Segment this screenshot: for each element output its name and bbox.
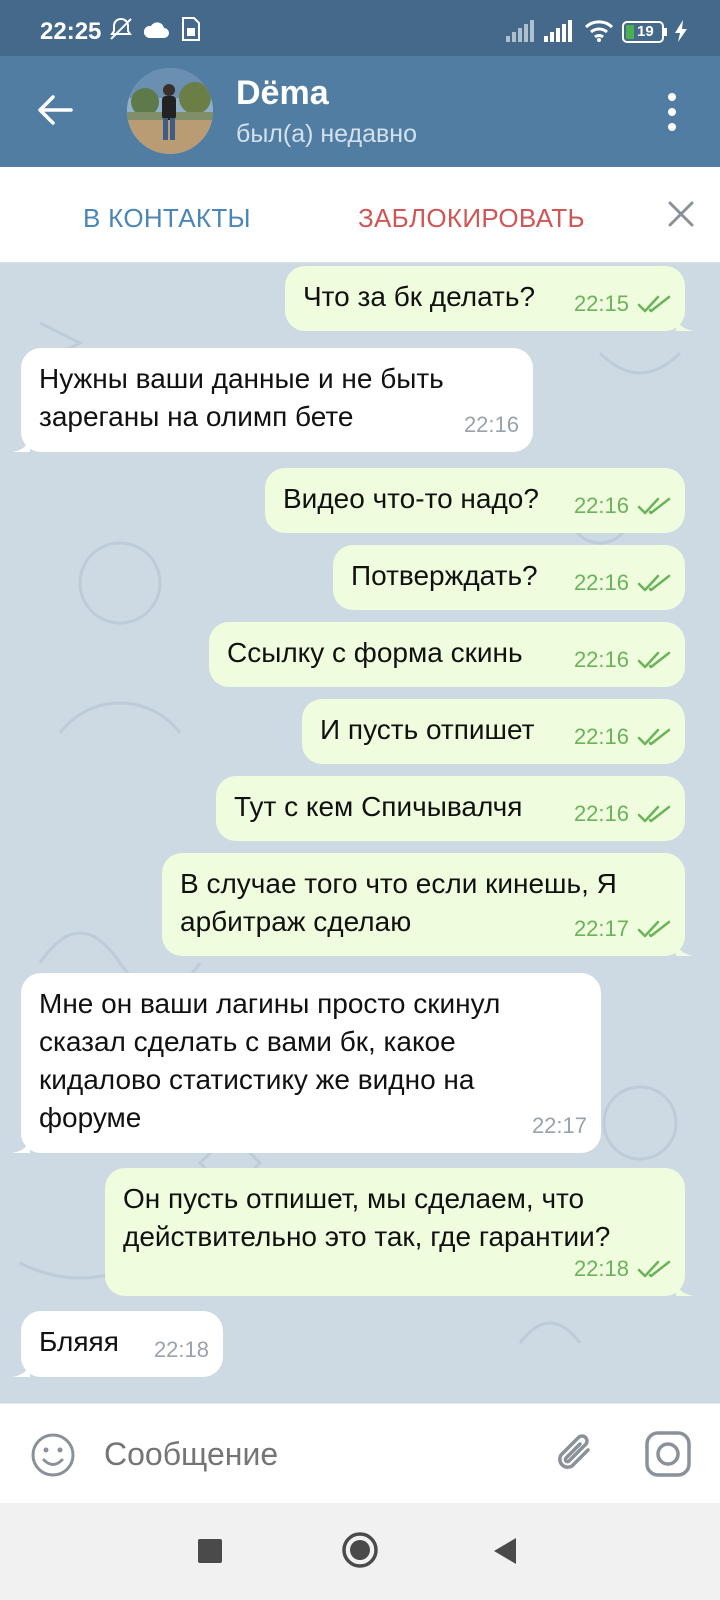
arrow-left-icon <box>38 95 73 125</box>
message-outgoing[interactable]: Видео что-то надо? 22:16 <box>265 468 685 533</box>
add-contact-button[interactable]: В КОНТАКТЫ <box>83 203 251 234</box>
back-triangle-icon[interactable] <box>490 1535 520 1567</box>
message-meta: 22:16 <box>574 795 671 833</box>
block-user-button[interactable]: ЗАБЛОКИРОВАТЬ <box>358 203 585 234</box>
avatar[interactable] <box>127 68 213 154</box>
message-meta: 22:16 <box>574 641 671 679</box>
message-list[interactable]: Что за бк делать? 22:15 Нужны ваши данны… <box>0 263 720 1403</box>
charging-icon <box>675 20 687 42</box>
menu-dot-icon <box>668 93 676 101</box>
message-time: 22:18 <box>573 1256 629 1281</box>
avatar-image <box>127 68 213 154</box>
message-time: 22:16 <box>573 493 629 518</box>
bubble-tail <box>12 1359 30 1377</box>
paperclip-icon[interactable] <box>552 1430 600 1480</box>
back-button[interactable] <box>30 82 80 138</box>
battery-level: 19 <box>637 23 654 40</box>
message-meta: 22:16 <box>574 487 671 525</box>
sim-card-icon <box>182 17 200 41</box>
message-time: 22:16 <box>463 412 519 437</box>
double-check-icon <box>637 728 671 746</box>
message-meta: 22:18 <box>154 1331 209 1369</box>
message-meta: 22:17 <box>574 910 671 948</box>
chat-status: был(а) недавно <box>236 120 418 148</box>
bubble-tail <box>12 434 30 452</box>
camera-icon[interactable] <box>644 1430 692 1478</box>
chat-title[interactable]: Dёma <box>236 74 329 113</box>
message-incoming[interactable]: Мне он ваши лагины просто скинул сказал … <box>12 973 601 1153</box>
message-time: 22:16 <box>573 801 629 826</box>
status-time: 22:25 <box>40 18 102 45</box>
more-options-button[interactable] <box>650 86 694 138</box>
message-outgoing[interactable]: Он пусть отпишет, мы сделаем, что действ… <box>105 1168 694 1296</box>
message-text: Нужны ваши данные и не быть зареганы на … <box>39 363 444 432</box>
double-check-icon <box>637 805 671 823</box>
message-time: 22:16 <box>573 724 629 749</box>
mute-icon <box>110 17 132 40</box>
message-time: 22:16 <box>573 570 629 595</box>
message-meta: 22:16 <box>574 564 671 602</box>
wifi-icon <box>584 20 614 42</box>
message-meta: 22:17 <box>532 1107 587 1145</box>
message-incoming[interactable]: Бляяя 22:18 <box>12 1311 223 1377</box>
message-text: Мне он ваши лагины просто скинул сказал … <box>39 988 501 1133</box>
status-bar: 22:25 19 <box>0 0 720 56</box>
bubble-tail <box>676 313 694 331</box>
double-check-icon <box>637 497 671 515</box>
message-time: 22:17 <box>531 1113 587 1138</box>
bubble-tail <box>676 938 694 956</box>
bubble-tail <box>676 1278 694 1296</box>
message-time: 22:15 <box>573 291 629 316</box>
message-time: 22:16 <box>573 647 629 672</box>
contact-action-bar: В КОНТАКТЫ ЗАБЛОКИРОВАТЬ <box>0 167 720 263</box>
cloud-icon <box>143 22 169 38</box>
signal-icon <box>544 20 572 42</box>
message-outgoing[interactable]: В случае того что если кинешь, Я арбитра… <box>162 853 694 956</box>
composer <box>0 1403 720 1503</box>
double-check-icon <box>637 651 671 669</box>
menu-dot-icon <box>668 123 676 131</box>
message-meta: 22:16 <box>574 718 671 756</box>
double-check-icon <box>637 920 671 938</box>
chat-header: Dёma был(а) недавно <box>0 56 720 167</box>
bubble-tail <box>12 1135 30 1153</box>
message-outgoing[interactable]: Что за бк делать? 22:15 <box>285 266 694 331</box>
message-outgoing[interactable]: Ссылку с форма скинь 22:16 <box>209 622 685 687</box>
menu-dot-icon <box>668 108 676 116</box>
message-outgoing[interactable]: И пусть отпишет 22:16 <box>302 699 685 764</box>
signal-icon <box>506 20 534 42</box>
message-text: Он пусть отпишет, мы сделаем, что действ… <box>123 1183 611 1252</box>
message-incoming[interactable]: Нужны ваши данные и не быть зареганы на … <box>12 348 533 452</box>
message-time: 22:17 <box>573 916 629 941</box>
message-meta: 22:18 <box>574 1250 671 1288</box>
message-outgoing[interactable]: Тут с кем Спичывалчя 22:16 <box>216 776 685 841</box>
message-outgoing[interactable]: Потверждать? 22:16 <box>333 545 685 610</box>
message-input[interactable] <box>104 1436 524 1473</box>
message-meta: 22:16 <box>464 406 519 444</box>
message-time: 22:18 <box>153 1337 209 1362</box>
close-icon[interactable] <box>664 197 698 231</box>
double-check-icon <box>637 1260 671 1278</box>
double-check-icon <box>637 574 671 592</box>
system-nav-bar <box>0 1503 720 1600</box>
emoji-icon[interactable] <box>30 1432 76 1478</box>
recents-square-icon[interactable] <box>198 1539 222 1563</box>
home-circle-icon[interactable] <box>341 1531 379 1569</box>
double-check-icon <box>637 295 671 313</box>
message-meta: 22:15 <box>574 285 671 323</box>
